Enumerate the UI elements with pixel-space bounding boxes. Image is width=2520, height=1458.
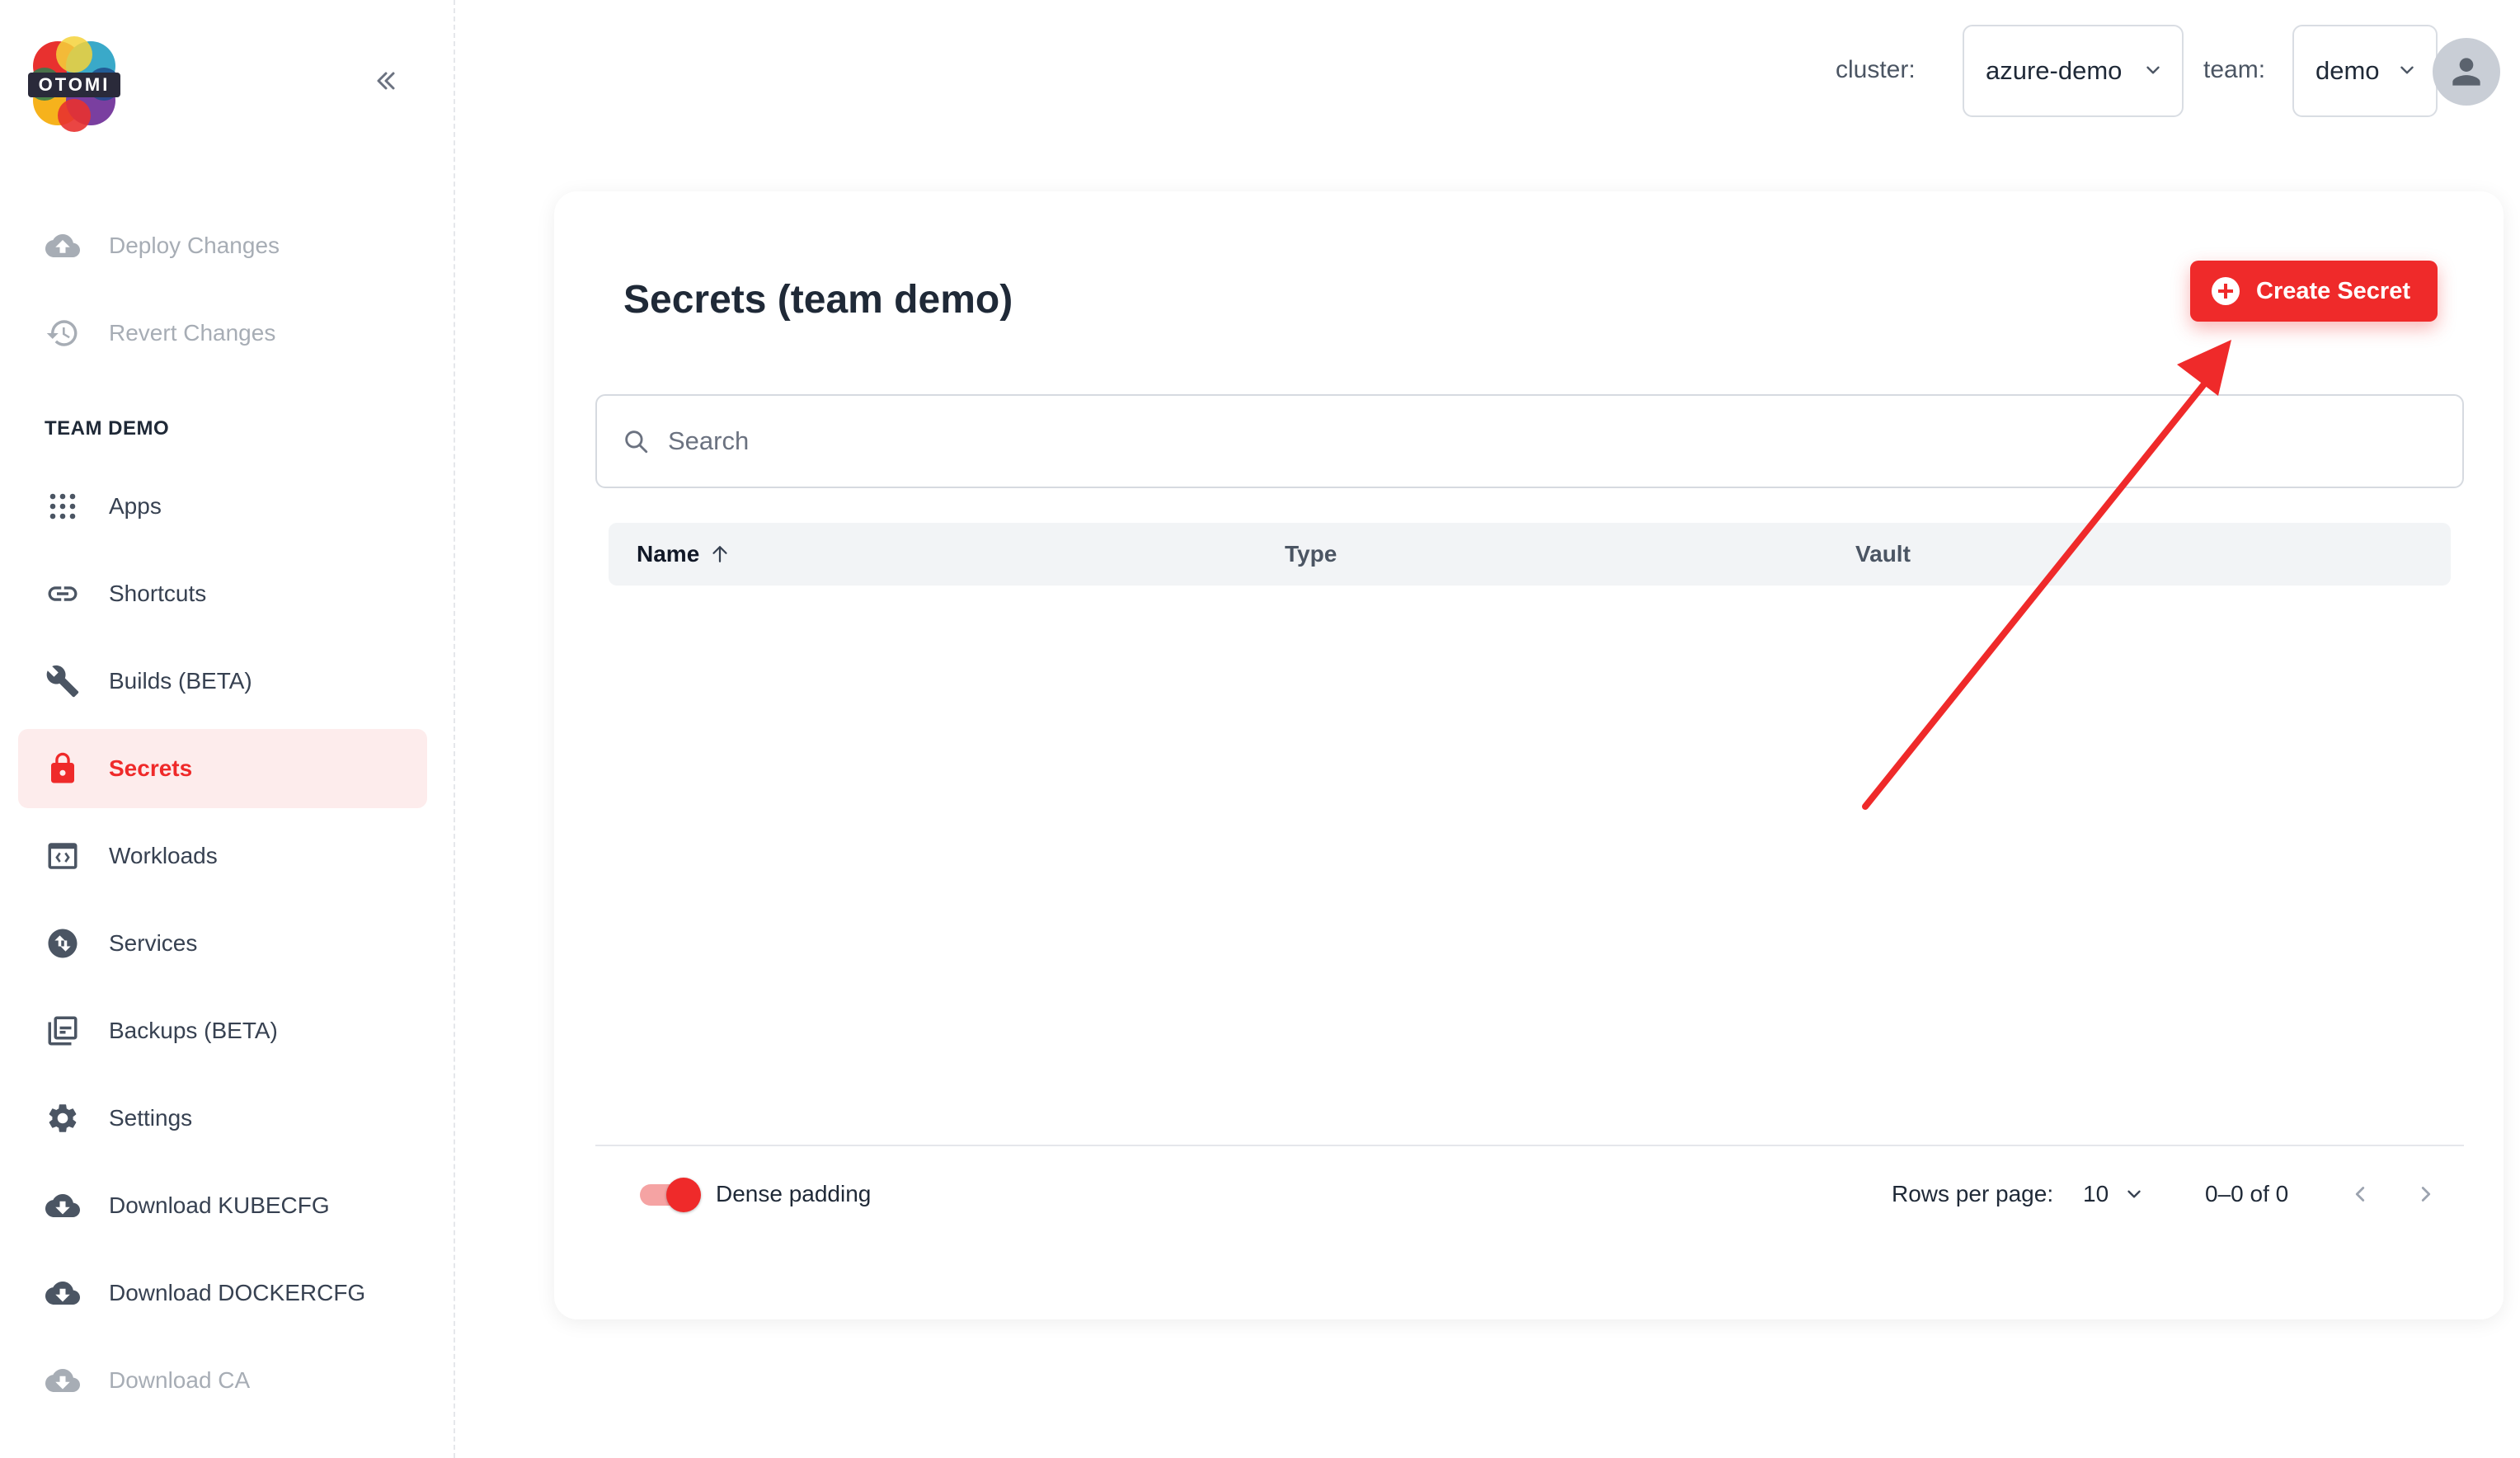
sidebar-item-label: Revert Changes	[109, 320, 276, 346]
lock-icon	[45, 750, 81, 787]
sidebar-item-secrets[interactable]: Secrets	[18, 729, 427, 808]
sidebar-item-revert-changes[interactable]: Revert Changes	[18, 294, 427, 373]
search-input[interactable]	[668, 426, 2235, 456]
sidebar-item-deploy-changes[interactable]: Deploy Changes	[18, 206, 427, 285]
table-header: Name Type Vault	[609, 523, 2451, 586]
cloud-download-icon	[45, 1362, 81, 1399]
column-header-vault[interactable]: Vault	[1855, 541, 1911, 567]
gear-icon	[45, 1100, 81, 1136]
sidebar-item-settings[interactable]: Settings	[18, 1079, 427, 1158]
add-circle-icon	[2212, 277, 2240, 305]
sort-arrow-up-icon	[712, 546, 727, 562]
swap-circle-icon	[45, 925, 81, 962]
sidebar-item-label: Services	[109, 930, 198, 956]
app-root: OTOMI Deploy Changes Revert Changes TEAM…	[0, 0, 2520, 1458]
sidebar-item-builds[interactable]: Builds (BETA)	[18, 642, 427, 721]
apps-grid-icon	[45, 488, 81, 524]
otomi-logo[interactable]: OTOMI	[23, 33, 125, 135]
sidebar-item-backups[interactable]: Backups (BETA)	[18, 991, 427, 1070]
sidebar-item-label: Download CA	[109, 1367, 251, 1393]
sidebar-item-download-dockercfg[interactable]: Download DOCKERCFG	[18, 1253, 427, 1333]
next-page-button[interactable]	[2406, 1174, 2446, 1214]
column-header-type[interactable]: Type	[1285, 541, 1337, 567]
create-secret-label: Create Secret	[2256, 277, 2410, 304]
search-icon	[625, 430, 648, 454]
column-header-label: Type	[1285, 541, 1338, 567]
user-avatar[interactable]	[2433, 38, 2500, 106]
sidebar-item-label: Builds (BETA)	[109, 668, 252, 694]
sidebar-item-label: Backups (BETA)	[109, 1018, 278, 1043]
sidebar-item-label: Apps	[109, 493, 162, 519]
cloud-download-icon	[45, 1275, 81, 1311]
team-select[interactable]: demo	[2292, 25, 2438, 117]
column-header-label: Vault	[1855, 541, 1911, 567]
column-header-name[interactable]: Name	[637, 541, 732, 567]
sidebar-item-label: Deploy Changes	[109, 233, 280, 258]
sidebar-item-label: Shortcuts	[109, 581, 207, 606]
team-select-value: demo	[2315, 56, 2380, 85]
rows-per-page-label: Rows per page:	[1892, 1181, 2054, 1206]
table-footer-divider	[595, 1145, 2464, 1146]
chevron-left-icon	[2355, 1187, 2365, 1202]
cloud-upload-icon	[45, 228, 81, 264]
previous-page-button[interactable]	[2340, 1174, 2380, 1214]
sidebar-item-download-ca[interactable]: Download CA	[18, 1341, 427, 1420]
double-chevron-left-icon	[377, 72, 395, 90]
team-label: team:	[2203, 56, 2266, 83]
rows-per-page-select[interactable]: 10	[2083, 1178, 2145, 1211]
logo-text: OTOMI	[39, 74, 110, 95]
sidebar-item-apps[interactable]: Apps	[18, 467, 427, 546]
sidebar-item-services[interactable]: Services	[18, 904, 427, 983]
sidebar-item-workloads[interactable]: Workloads	[18, 816, 427, 896]
person-icon	[2452, 58, 2480, 86]
column-header-label: Name	[637, 541, 700, 567]
sidebar-item-download-kubecfg[interactable]: Download KUBECFG	[18, 1166, 427, 1245]
chevron-down-icon	[2400, 66, 2414, 74]
chevron-down-icon	[2146, 66, 2160, 74]
sidebar-item-label: Workloads	[109, 843, 218, 868]
search-field[interactable]	[595, 394, 2464, 488]
dense-padding-control: Dense padding	[637, 1178, 872, 1212]
history-icon	[45, 315, 81, 351]
chevron-down-icon	[2127, 1190, 2141, 1198]
pagination-range: 0–0 of 0	[2205, 1181, 2289, 1206]
rows-per-page-value: 10	[2083, 1181, 2109, 1206]
sidebar-item-label: Download KUBECFG	[109, 1192, 330, 1218]
sidebar-item-label: Download DOCKERCFG	[109, 1280, 366, 1305]
page-title: Secrets (team demo)	[623, 278, 1013, 322]
collapse-sidebar-button[interactable]	[368, 63, 404, 99]
wrench-icon	[45, 663, 81, 699]
sidebar: OTOMI Deploy Changes Revert Changes TEAM…	[0, 0, 455, 1458]
cluster-select-value: azure-demo	[1986, 56, 2123, 85]
sidebar-item-shortcuts[interactable]: Shortcuts	[18, 554, 427, 633]
sidebar-item-label: Settings	[109, 1105, 193, 1131]
secrets-card: Secrets (team demo) Create Secret Name T…	[554, 191, 2504, 1319]
sidebar-item-label: Secrets	[109, 755, 193, 781]
sidebar-section-title: TEAM DEMO	[45, 417, 170, 440]
cluster-label: cluster:	[1836, 56, 1916, 83]
cluster-select[interactable]: azure-demo	[1963, 25, 2184, 117]
link-icon	[45, 576, 81, 612]
toggle-knob	[666, 1178, 701, 1212]
chevron-right-icon	[2421, 1187, 2431, 1202]
create-secret-button[interactable]: Create Secret	[2190, 261, 2438, 322]
dense-padding-label: Dense padding	[716, 1181, 872, 1206]
code-window-icon	[45, 838, 81, 874]
cloud-download-icon	[45, 1188, 81, 1224]
backup-icon	[45, 1013, 81, 1049]
dense-padding-toggle[interactable]	[637, 1178, 701, 1212]
